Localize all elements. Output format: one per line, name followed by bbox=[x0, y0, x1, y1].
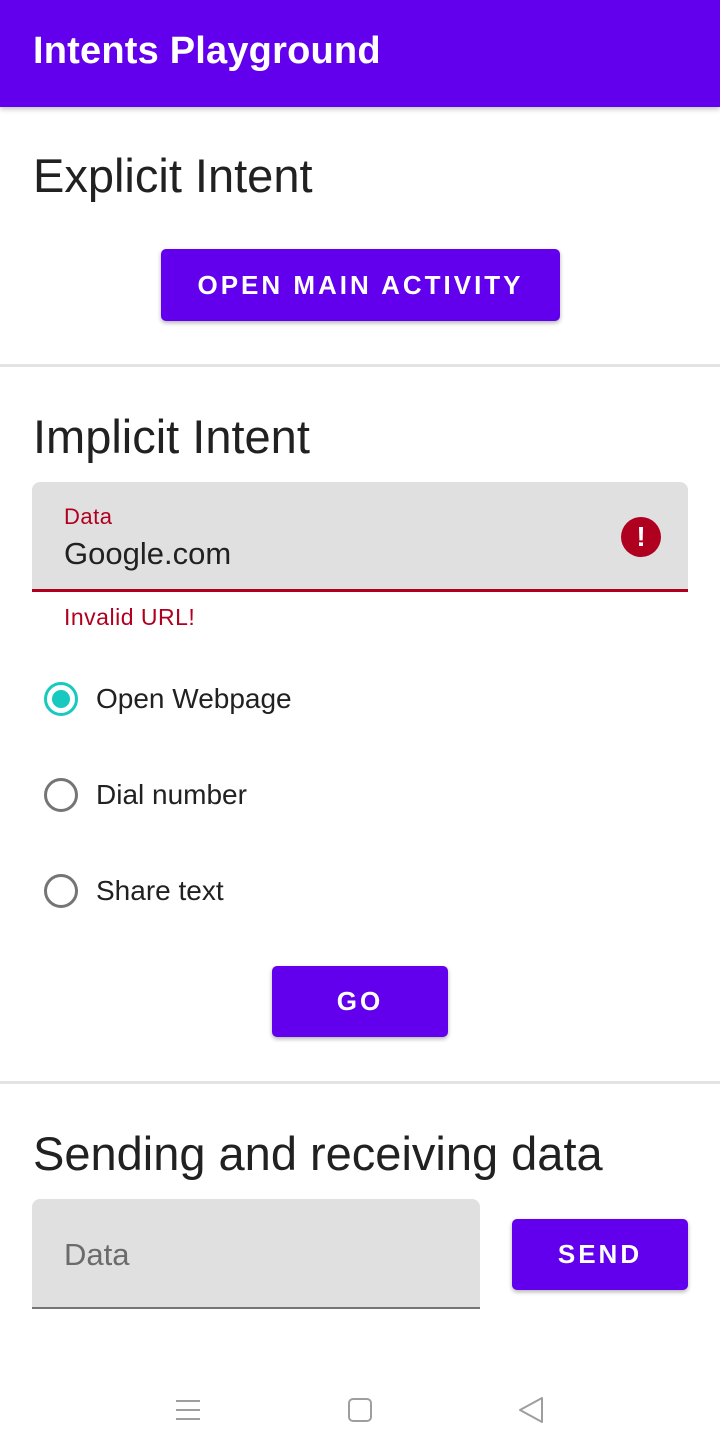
data-field-label: Data bbox=[64, 504, 113, 529]
error-message: Invalid URL! bbox=[64, 604, 196, 630]
radio-label: Share text bbox=[96, 875, 224, 906]
open-main-activity-button[interactable]: OPEN MAIN ACTIVITY bbox=[161, 249, 560, 321]
send-data-input[interactable]: Data bbox=[32, 1199, 480, 1309]
data-field-value[interactable]: Google.com bbox=[64, 536, 231, 572]
sending-data-title: Sending and receiving data bbox=[33, 1127, 603, 1180]
error-icon: ! bbox=[621, 517, 661, 557]
radio-unchecked-icon[interactable] bbox=[44, 778, 78, 812]
square-home-icon[interactable] bbox=[340, 1390, 380, 1430]
triangle-back-icon[interactable] bbox=[512, 1390, 552, 1430]
section-divider bbox=[0, 364, 720, 367]
app-title: Intents Playground bbox=[33, 30, 381, 72]
radio-share-text[interactable]: Share text bbox=[44, 861, 224, 921]
input-underline bbox=[32, 1307, 480, 1309]
error-underline bbox=[32, 589, 688, 592]
app-bar: Intents Playground bbox=[0, 0, 720, 107]
implicit-intent-title: Implicit Intent bbox=[33, 410, 310, 463]
menu-lines-icon[interactable] bbox=[168, 1390, 208, 1430]
radio-unchecked-icon[interactable] bbox=[44, 874, 78, 908]
radio-open-webpage[interactable]: Open Webpage bbox=[44, 669, 292, 729]
radio-dial-number[interactable]: Dial number bbox=[44, 765, 247, 825]
send-button[interactable]: SEND bbox=[512, 1219, 688, 1290]
data-input-field[interactable]: Data Google.com ! bbox=[32, 482, 688, 592]
section-divider bbox=[0, 1081, 720, 1084]
explicit-intent-title: Explicit Intent bbox=[33, 149, 313, 202]
radio-label: Dial number bbox=[96, 779, 247, 810]
system-nav-bar bbox=[0, 1370, 720, 1451]
radio-checked-icon[interactable] bbox=[44, 682, 78, 716]
go-button[interactable]: GO bbox=[272, 966, 448, 1037]
send-data-placeholder: Data bbox=[64, 1237, 130, 1272]
radio-label: Open Webpage bbox=[96, 683, 292, 714]
